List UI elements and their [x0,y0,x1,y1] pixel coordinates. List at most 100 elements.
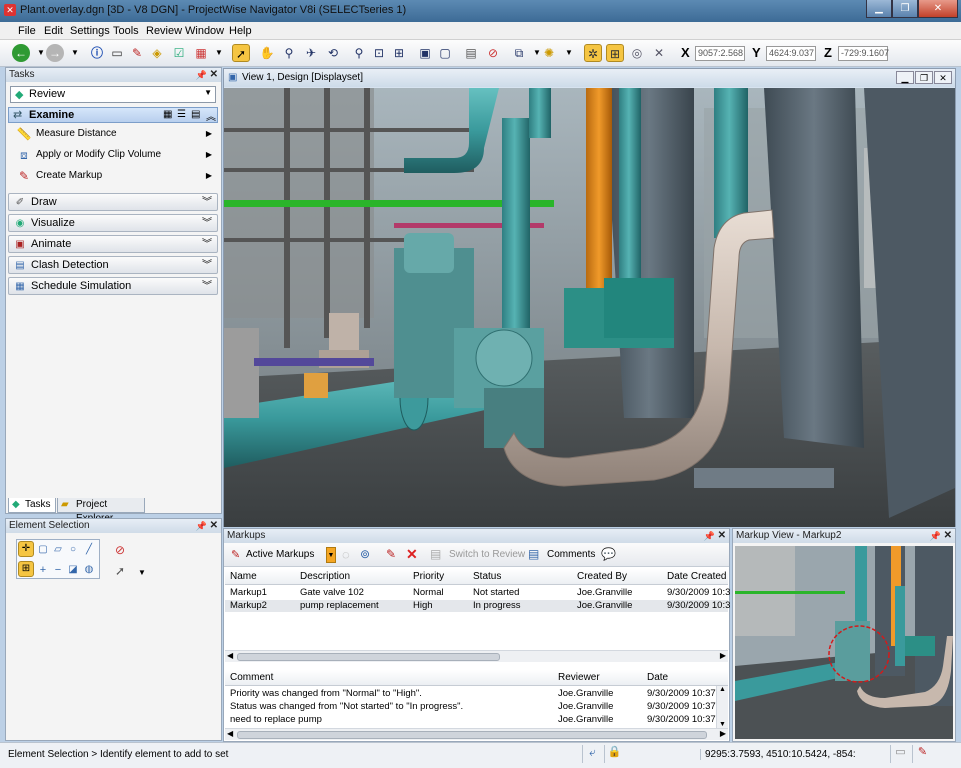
col-reviewer[interactable]: Reviewer [558,670,600,686]
zoom-window-icon[interactable]: ⊡ [370,44,388,62]
forward-dropdown-icon[interactable]: ▼ [66,44,84,62]
tab-tasks[interactable]: ◆ Tasks [8,498,56,513]
pin-icon[interactable]: 📌 [930,529,941,543]
menu-tools[interactable]: Tools [113,25,139,37]
create-markup-item[interactable]: ✎ Create Markup ▶ [14,166,218,186]
select-arrow-icon[interactable]: ➚ [232,44,250,62]
markup-thumbnail[interactable] [735,546,953,739]
schedule-simulation-section[interactable]: ▦ Schedule Simulation ︾ [8,277,218,295]
examine-section-header[interactable]: ⇄ Examine ▦ ☰ ▤ ︽ [8,107,218,123]
minimize-button[interactable]: ▁ [866,0,892,18]
markups-close-icon[interactable]: ✕ [718,529,726,543]
fit-view-icon[interactable]: ⊞ [390,44,408,62]
detail-view-icon[interactable]: ▤ [191,109,200,120]
light-dropdown-icon[interactable]: ▼ [560,44,578,62]
animate-section[interactable]: ▣ Animate ︾ [8,235,218,253]
draw-section[interactable]: ✐ Draw ︾ [8,193,218,211]
menu-file[interactable]: File [18,25,36,37]
zoom-icon[interactable]: ⚲ [350,44,368,62]
individual-select-icon[interactable]: ✛ [18,541,34,557]
z-coordinate-field[interactable]: -729:9.1607 [838,46,889,61]
y-coordinate-field[interactable]: 4624:9.037 [766,46,816,61]
view-restore-button[interactable]: ❐ [915,71,933,84]
task-set-dropdown[interactable]: ◆ Review ▼ [10,86,216,103]
list-view-icon[interactable]: ☰ [177,109,186,120]
fly-icon[interactable]: ✈ [302,44,320,62]
walk-icon[interactable]: ⚲ [280,44,298,62]
col-date-created[interactable]: Date Created [667,569,726,585]
scroll-right-icon[interactable]: ▶ [720,729,726,738]
new-set-icon[interactable]: ⊞ [18,561,34,577]
scroll-thumb[interactable] [237,653,500,661]
rotate-icon[interactable]: ⟲ [324,44,342,62]
clip-volume-item[interactable]: ⧈ Apply or Modify Clip Volume ▶ [14,145,218,165]
menu-review[interactable]: Review [146,25,182,37]
clear-selection-icon[interactable]: ⊘ [112,541,128,557]
snap-icon[interactable]: ✲ [584,44,602,62]
measure-distance-item[interactable]: 📏 Measure Distance ▶ [14,124,218,144]
pin-icon[interactable]: 📌 [196,68,207,82]
markups-horizontal-scrollbar[interactable]: ◀ ▶ [225,650,728,662]
comments-button[interactable]: Comments [547,549,595,560]
pin-icon[interactable]: 📌 [196,519,207,533]
check-icon[interactable]: ☑ [170,44,188,62]
menu-window[interactable]: Window [185,25,224,37]
target-icon[interactable]: ◎ [628,44,646,62]
subtract-icon[interactable]: − [51,561,65,577]
review-icon[interactable]: ◈ [148,44,166,62]
close-button[interactable]: ✕ [918,0,958,18]
invert-icon[interactable]: ◪ [66,561,80,577]
scroll-right-icon[interactable]: ▶ [720,651,726,660]
shape-select-icon[interactable]: ▱ [51,541,65,557]
accudraw-icon[interactable]: ⊞ [606,44,624,62]
maximize-button[interactable]: ❐ [892,0,918,18]
scroll-left-icon[interactable]: ◀ [227,651,233,660]
add-icon[interactable]: + [36,561,50,577]
delete-markup-icon[interactable]: ✕ [406,546,418,563]
col-description[interactable]: Description [300,569,350,585]
pan-icon[interactable]: ✋ [258,44,276,62]
forward-icon[interactable]: → [46,44,64,62]
grid-dropdown-icon[interactable]: ▼ [210,44,228,62]
document-icon[interactable]: ▭ [108,44,126,62]
view-next-icon[interactable]: ▢ [436,44,454,62]
menu-help[interactable]: Help [229,25,252,37]
visualize-section[interactable]: ◉ Visualize ︾ [8,214,218,232]
add-comment-icon[interactable]: 💬 [601,547,616,561]
grid-icon[interactable]: ▦ [192,44,210,62]
undo-status-icon[interactable]: ⤶ [582,745,602,763]
refresh-icon[interactable]: ◌ [342,547,350,562]
message-icon[interactable]: ▭ [890,745,910,763]
edit-markup-icon[interactable]: ✎ [386,547,396,561]
col-status[interactable]: Status [473,569,501,585]
selection-dropdown-icon[interactable]: ▼ [136,568,148,578]
chevron-up-icon[interactable]: ︽ [206,108,216,123]
scroll-thumb[interactable] [237,731,707,739]
zoom-to-markup-icon[interactable]: ⊚ [360,547,370,561]
col-created-by[interactable]: Created By [577,569,627,585]
line-select-icon[interactable]: ╱ [82,541,96,557]
markup-pencil-icon[interactable]: ✎ [128,44,146,62]
table-row[interactable]: Markup2 pump replacement High In progres… [225,600,730,612]
list-item[interactable]: Priority was changed from "Normal" to "H… [225,688,724,700]
pin-icon[interactable]: 📌 [704,529,715,543]
globe-icon[interactable]: ◍ [82,561,96,577]
element-selection-close-icon[interactable]: ✕ [210,519,218,533]
col-priority[interactable]: Priority [413,569,444,585]
menu-settings[interactable]: Settings [70,25,110,37]
col-date[interactable]: Date [647,670,668,686]
x-coordinate-field[interactable]: 9057:2.568 [695,46,745,61]
col-comment[interactable]: Comment [230,670,273,686]
cross-icon[interactable]: ✕ [650,44,668,62]
tab-project-explorer[interactable]: ▰ Project Explorer [57,498,145,524]
markup-status-icon[interactable]: ✎ [912,745,932,763]
clip-off-icon[interactable]: ⊘ [484,44,502,62]
lock-icon[interactable]: 🔒 [604,745,624,763]
list-item[interactable]: need to replace pump Joe.Granville 9/30/… [225,714,724,726]
chevron-down-icon[interactable]: ▼ [204,88,212,97]
back-icon[interactable]: ← [12,44,30,62]
display-style-icon[interactable]: ▤ [462,44,480,62]
active-markups-label[interactable]: Active Markups [246,549,314,560]
comments-horizontal-scrollbar[interactable]: ◀ ▶ [225,728,728,740]
clash-detection-section[interactable]: ▤ Clash Detection ︾ [8,256,218,274]
